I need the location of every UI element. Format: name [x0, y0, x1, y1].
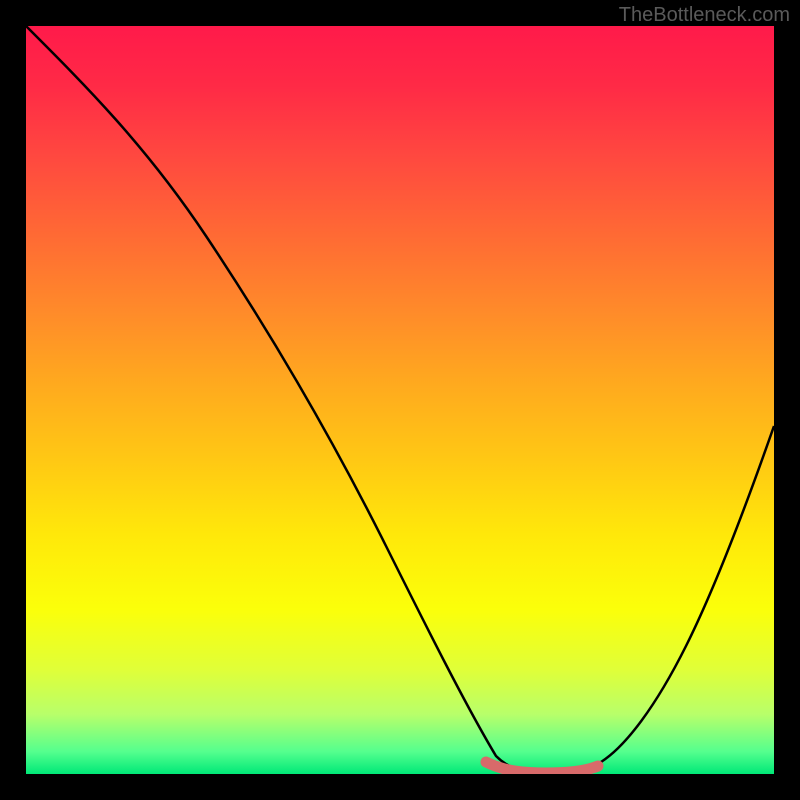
optimal-range-highlight — [486, 762, 598, 773]
bottleneck-curve-path — [26, 26, 774, 772]
chart-plot-area — [26, 26, 774, 774]
watermark-text: TheBottleneck.com — [619, 4, 790, 27]
chart-svg — [26, 26, 774, 774]
